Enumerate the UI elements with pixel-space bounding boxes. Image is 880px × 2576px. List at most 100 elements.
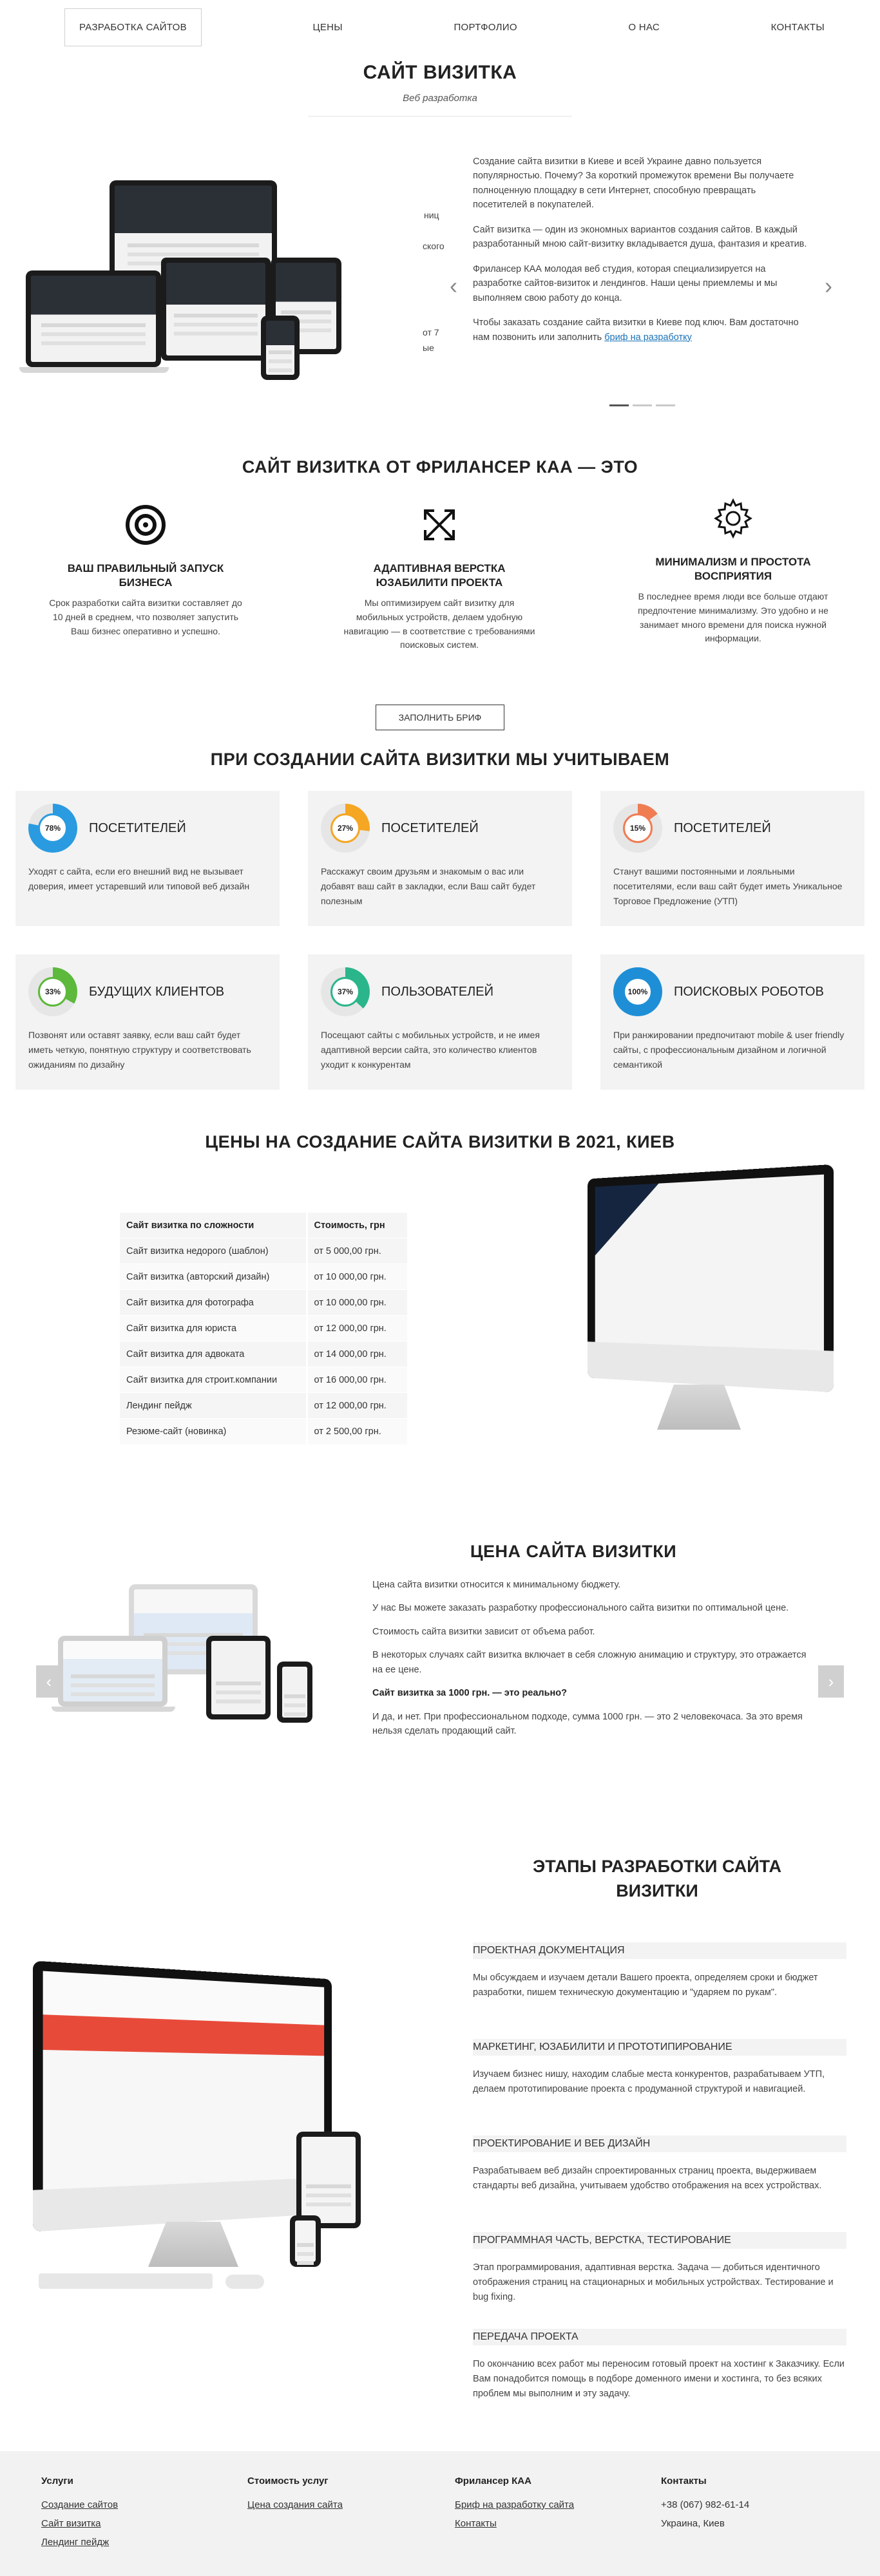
footer-link-landing-page[interactable]: Лендинг пейдж (41, 2537, 118, 2548)
price-value: от 2 500,00 грн. (307, 1418, 407, 1444)
footer-link-web-development[interactable]: Создание сайтов (41, 2499, 118, 2510)
card-title: ПОИСКОВЫХ РОБОТОВ (674, 984, 824, 999)
expand-arrows-icon (343, 502, 536, 547)
price-row: Сайт визитка для строит.компании от 16 00… (120, 1367, 407, 1393)
percent-label: 37% (330, 977, 360, 1007)
slider-dot[interactable] (633, 404, 652, 406)
footer-link-business-card-site[interactable]: Сайт визитка (41, 2518, 118, 2529)
card-header: 78% ПОСЕТИТЕЛЕЙ (28, 804, 267, 853)
nav-item-contacts[interactable]: Контакты (771, 22, 825, 33)
hero-text: Создание сайта визитки в Киеве и всей Ук… (473, 155, 808, 355)
stage-title: ПЕРЕДАЧА ПРОЕКТА (473, 2329, 847, 2345)
footer-location: Украина, Киев (661, 2518, 725, 2529)
feature-title: ВАШ ПРАВИЛЬНЫЙ ЗАПУСК БИЗНЕСА (67, 562, 224, 589)
main-nav: Разработка сайтов Цены Портфолио О нас К… (64, 8, 825, 46)
nav-item-about[interactable]: О нас (628, 22, 660, 33)
footer-column-pricing: Стоимость услуг Цена создания сайта (247, 2476, 343, 2518)
footer-link-brief[interactable]: Бриф на разработку сайта (455, 2499, 574, 2510)
price-table-header: Стоимость, грн (307, 1212, 407, 1238)
card-title: ПОСЕТИТЕЛЕЙ (89, 820, 186, 835)
stage-text: Изучаем бизнес нишу, находим слабые мест… (473, 2069, 825, 2095)
page-subtitle: Веб разработка (403, 93, 477, 104)
card-header: 37% ПОЛЬЗОВАТЕЛЕЙ (321, 967, 559, 1016)
footer-column-freelancer: Фрилансер КАА Бриф на разработку сайта К… (455, 2476, 574, 2537)
price-paragraph: Стоимость сайта визитки зависит от объем… (372, 1626, 595, 1637)
stage-text: Мы обсуждаем и изучаем детали Вашего про… (473, 1973, 818, 1998)
percent-ring: 37% (321, 967, 370, 1016)
percent-ring: 100% (613, 967, 662, 1016)
brief-link[interactable]: бриф на разработку (604, 332, 692, 343)
price-service: Сайт визитка для адвоката (120, 1341, 308, 1367)
slide-partial-text: ниц (424, 210, 439, 220)
consider-card: 33% БУДУЩИХ КЛИЕНТОВ Позвонят или оставят … (15, 954, 280, 1090)
consider-card: 27% ПОСЕТИТЕЛЕЙ Расскажут своим друзьям и … (308, 791, 572, 926)
footer-link-site-price[interactable]: Цена создания сайта (247, 2499, 343, 2510)
footer-phone[interactable]: +38 (067) 982-61-14 (661, 2499, 749, 2510)
laptop-small-image (26, 270, 161, 367)
percent-label: 15% (623, 813, 653, 843)
gallery-next-arrow[interactable]: › (818, 1665, 844, 1698)
hero-paragraph: Чтобы заказать создание сайта визитки в … (473, 317, 799, 343)
price-value: от 16 000,00 грн. (307, 1367, 407, 1393)
page-title: САЙТ ВИЗИТКА (363, 62, 517, 83)
nav-item-portfolio[interactable]: Портфолио (454, 22, 517, 33)
percent-label: 78% (38, 813, 68, 843)
stage-item: ПРОГРАММНАЯ ЧАСТЬ, ВЕРСТКА, ТЕСТИРОВАНИЕ… (473, 2232, 847, 2306)
slider-next-arrow[interactable]: › (825, 274, 832, 298)
price-paragraph: У нас Вы можете заказать разработку проф… (372, 1603, 789, 1614)
card-header: 100% ПОИСКОВЫХ РОБОТОВ (613, 967, 852, 1016)
stage-item: ПЕРЕДАЧА ПРОЕКТА По окончанию всех работ… (473, 2329, 847, 2402)
percent-label: 33% (38, 977, 68, 1007)
monitor-image (161, 258, 271, 361)
feature-item: ВАШ ПРАВИЛЬНЫЙ ЗАПУСК БИЗНЕСА Срок разра… (49, 502, 242, 638)
feature-item: МИНИМАЛИЗМ И ПРОСТОТА ВОСПРИЯТИЯ В после… (636, 496, 830, 646)
price-question: Сайт визитка за 1000 грн. — это реально? (372, 1688, 567, 1699)
consider-card: 78% ПОСЕТИТЕЛЕЙ Уходят с сайта, если его в… (15, 791, 280, 926)
slider-dot[interactable] (609, 404, 629, 406)
hero-paragraph: Фрилансер КАА молодая веб студия, котора… (473, 263, 778, 303)
slider-prev-arrow[interactable]: ‹ (450, 274, 457, 298)
stage-title: ПРОЕКТНАЯ ДОКУМЕНТАЦИЯ (473, 1942, 847, 1959)
price-service: Сайт визитка для юриста (120, 1315, 308, 1341)
hero-paragraph: Создание сайта визитки в Киеве и всей Ук… (473, 156, 794, 211)
nav-item-development[interactable]: Разработка сайтов (64, 8, 202, 46)
price-service: Сайт визитка недорого (шаблон) (120, 1238, 308, 1264)
card-text: Станут вашими постоянными и лояльными по… (613, 866, 843, 907)
shop-imac-image (32, 1960, 361, 2306)
stage-title: ПРОЕКТИРОВАНИЕ И ВЕБ ДИЗАЙН (473, 2136, 847, 2152)
price-value: от 12 000,00 грн. (307, 1315, 407, 1341)
stage-title: МАРКЕТИНГ, ЮЗАБИЛИТИ И ПРОТОТИПИРОВАНИЕ (473, 2039, 847, 2056)
footer-link-contacts[interactable]: Контакты (455, 2518, 574, 2529)
fill-brief-button[interactable]: Заполнить бриф (376, 705, 504, 730)
card-title: БУДУЩИХ КЛИЕНТОВ (89, 984, 225, 999)
percent-ring: 15% (613, 804, 662, 853)
price-row: Резюме-сайт (новинка) от 2 500,00 грн. (120, 1418, 407, 1444)
price-service: Сайт визитка для фотографа (120, 1289, 308, 1316)
card-title: ПОСЕТИТЕЛЕЙ (381, 820, 479, 835)
percent-label: 27% (330, 813, 360, 843)
price-service: Сайт визитка (авторский дизайн) (120, 1264, 308, 1290)
price-devices-image (52, 1584, 322, 1732)
feature-text: Срок разработки сайта визитки составляет… (49, 598, 242, 636)
stage-text: Разрабатываем веб дизайн спроектированны… (473, 2166, 822, 2192)
stage-text: По окончанию всех работ мы переносим гот… (473, 2359, 845, 2400)
consider-card: 37% ПОЛЬЗОВАТЕЛЕЙ Посещают сайты с мобильн… (308, 954, 572, 1090)
stage-item: ПРОЕКТИРОВАНИЕ И ВЕБ ДИЗАЙН Разрабатывае… (473, 2136, 847, 2193)
price-service: Резюме-сайт (новинка) (120, 1418, 308, 1444)
nav-item-prices[interactable]: Цены (312, 22, 342, 33)
percent-ring: 27% (321, 804, 370, 853)
gear-icon (636, 496, 830, 541)
price-value: от 5 000,00 грн. (307, 1238, 407, 1264)
price-row: Сайт визитка для адвоката от 14 000,00 гр… (120, 1341, 407, 1367)
hero-devices-image (19, 174, 361, 393)
card-title: ПОЛЬЗОВАТЕЛЕЙ (381, 984, 493, 999)
percent-label: 100% (623, 977, 653, 1007)
price-paragraph: Цена сайта визитки относится к минимальн… (372, 1580, 621, 1590)
slider-dot[interactable] (656, 404, 675, 406)
feature-text: В последнее время люди все больше отдают… (638, 591, 828, 644)
footer-column-contacts: Контакты +38 (067) 982-61-14 Украина, Ки… (661, 2476, 749, 2537)
stage-text: Этап программирования, адаптивная верстк… (473, 2262, 834, 2303)
mouse-image (225, 2275, 264, 2289)
price-row: Сайт визитка (авторский дизайн) от 10 000… (120, 1264, 407, 1290)
imac-image (573, 1164, 837, 1443)
